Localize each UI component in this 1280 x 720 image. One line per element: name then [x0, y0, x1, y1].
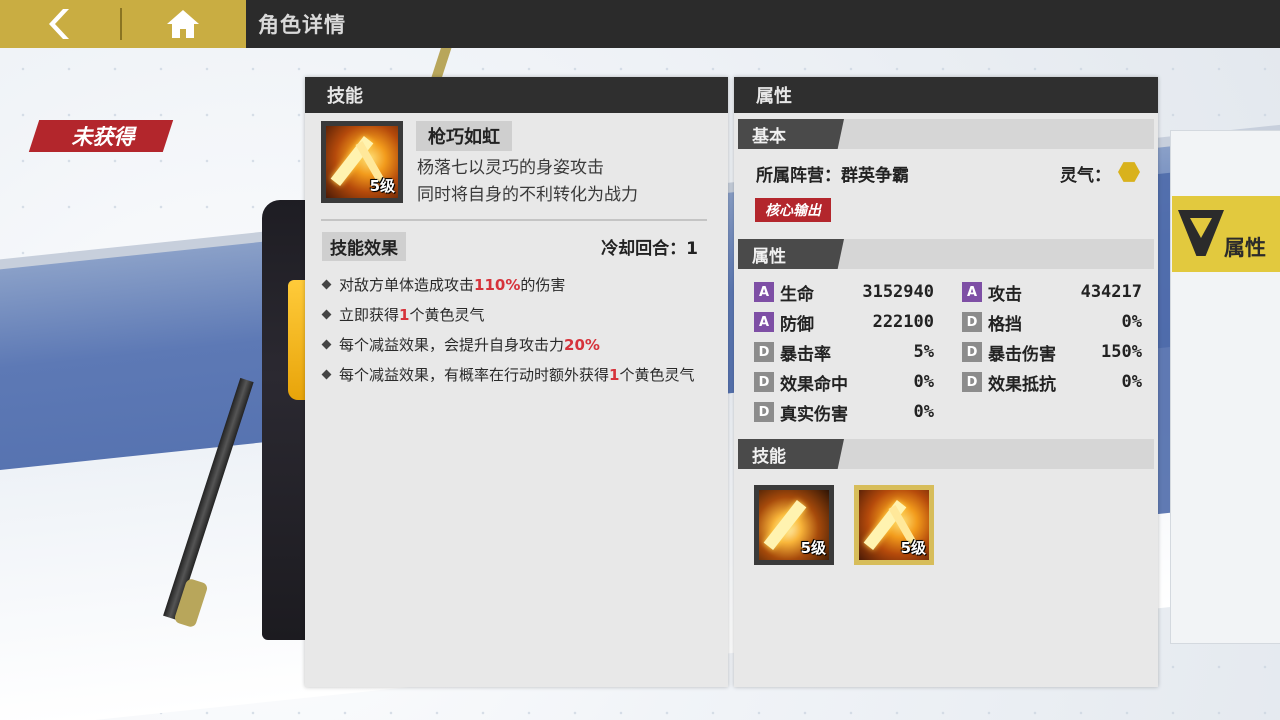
skill-art: 5级	[859, 490, 929, 560]
skill-level: 5级	[369, 177, 395, 195]
stat-value: 150%	[1101, 342, 1142, 362]
skill-art: 5级	[759, 490, 829, 560]
stat-block: D 格挡 0%	[962, 309, 1142, 335]
stat-name: 暴击伤害	[988, 344, 1056, 365]
attributes-tab-button[interactable]: 属性	[1172, 196, 1280, 272]
section-basic: 基本	[738, 119, 1154, 149]
stat-value: 0%	[913, 372, 934, 392]
aura-label: 灵气：	[1060, 166, 1111, 186]
grade-badge: A	[754, 282, 774, 302]
stat-name: 效果命中	[780, 374, 848, 395]
section-attributes-label: 属性	[738, 239, 844, 269]
stat-crit-rate: D 暴击率 5%	[754, 339, 934, 365]
role-tag: 核心输出	[755, 198, 831, 222]
skill-slot-2[interactable]: 5级	[854, 485, 934, 565]
back-button[interactable]	[30, 0, 90, 48]
stat-name: 效果抵抗	[988, 374, 1056, 395]
skill-desc-line: 杨落七以灵巧的身姿攻击	[417, 158, 604, 178]
grade-badge: D	[754, 402, 774, 422]
skill-description: 杨落七以灵巧的身姿攻击 同时将自身的不利转化为战力	[417, 155, 638, 209]
stat-effect-resist: D 效果抵抗 0%	[962, 369, 1142, 395]
stat-value: 0%	[1121, 372, 1142, 392]
section-skills-label: 技能	[738, 439, 844, 469]
skill-slot-1[interactable]: 5级	[754, 485, 834, 565]
stat-value: 434217	[1080, 282, 1142, 302]
nav-divider	[120, 8, 122, 40]
grade-badge: D	[962, 342, 982, 362]
stat-name: 格挡	[988, 314, 1022, 335]
grade-badge: D	[962, 372, 982, 392]
cooldown-text: 冷却回合：1	[601, 239, 698, 259]
stat-value: 0%	[1121, 312, 1142, 332]
effect-item: 每个减益效果，会提升自身攻击力20%	[321, 333, 701, 357]
stat-value: 5%	[913, 342, 934, 362]
attributes-panel: 属性 基本 所属阵营：群英争霸 灵气： 核心输出 属性 A 生命 3152940…	[734, 77, 1158, 687]
stat-attack: A 攻击 434217	[962, 279, 1142, 305]
divider	[321, 219, 707, 221]
stat-value: 222100	[872, 312, 934, 332]
side-tab-label: 属性	[1224, 236, 1266, 260]
grade-badge: A	[754, 312, 774, 332]
grade-badge: A	[962, 282, 982, 302]
stat-name: 暴击率	[780, 344, 831, 365]
stat-name: 生命	[780, 284, 814, 305]
stat-effect-hit: D 效果命中 0%	[754, 369, 934, 395]
stat-name: 防御	[780, 314, 814, 335]
skill-desc-line: 同时将自身的不利转化为战力	[417, 185, 638, 205]
skill-icon[interactable]: 5级	[321, 121, 403, 203]
skills-panel-title: 技能	[305, 77, 728, 113]
skill-level: 5级	[800, 539, 826, 557]
status-tag: 未获得	[71, 125, 135, 149]
skill-art: 5级	[326, 126, 398, 198]
stat-defense: A 防御 222100	[754, 309, 934, 335]
skills-panel: 技能 5级 枪巧如虹 杨落七以灵巧的身姿攻击 同时将自身的不利转化为战力 技能效…	[305, 77, 728, 687]
effect-item: 每个减益效果，有概率在行动时额外获得1个黄色灵气	[321, 363, 701, 387]
back-arrow-icon	[49, 9, 69, 39]
section-skills: 技能	[738, 439, 1154, 469]
effect-item: 立即获得1个黄色灵气	[321, 303, 701, 327]
effects-list: 对敌方单体造成攻击110%的伤害 立即获得1个黄色灵气 每个减益效果，会提升自身…	[321, 273, 701, 393]
aura-hex-icon	[1118, 162, 1140, 182]
skill-name: 枪巧如虹	[416, 121, 512, 151]
skill-level: 5级	[900, 539, 926, 557]
stat-hp: A 生命 3152940	[754, 279, 934, 305]
page-title: 角色详情	[258, 13, 346, 37]
top-bar: 角色详情	[0, 0, 1280, 48]
faction-text: 所属阵营：群英争霸	[756, 166, 909, 186]
attributes-panel-title: 属性	[734, 77, 1158, 113]
effect-item: 对敌方单体造成攻击110%的伤害	[321, 273, 701, 297]
stat-name: 攻击	[988, 284, 1022, 305]
stat-true-damage: D 真实伤害 0%	[754, 399, 934, 425]
stat-crit-damage: D 暴击伤害 150%	[962, 339, 1142, 365]
effects-label: 技能效果	[322, 232, 406, 261]
home-button[interactable]	[150, 0, 216, 48]
stat-value: 3152940	[862, 282, 934, 302]
grade-badge: D	[754, 342, 774, 362]
section-basic-label: 基本	[738, 119, 844, 149]
stat-name: 真实伤害	[780, 404, 848, 425]
section-attributes: 属性	[738, 239, 1154, 269]
home-icon	[167, 10, 199, 38]
grade-badge: D	[754, 372, 774, 392]
grade-badge: D	[962, 312, 982, 332]
stat-value: 0%	[913, 402, 934, 422]
